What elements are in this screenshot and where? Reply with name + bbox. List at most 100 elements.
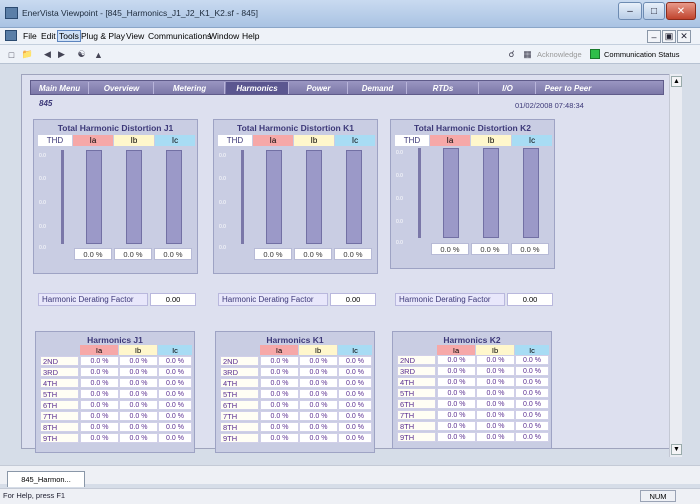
harmonic-order-label: 5TH <box>397 388 436 398</box>
harmonic-value-cell: 0.0 % <box>158 411 192 421</box>
harmonic-value-cell: 0.0 % <box>80 378 119 388</box>
document-tab[interactable]: 845_Harmon... <box>7 471 85 487</box>
table-row: 8TH 0.0 % 0.0 % 0.0 % <box>220 422 373 432</box>
scale-tick: 0.0 <box>39 176 46 182</box>
menu-edit[interactable]: Edit <box>41 31 56 41</box>
nav-main-menu[interactable]: Main Menu <box>31 82 89 94</box>
harmonic-value-cell: 0.0 % <box>158 389 192 399</box>
document-icon[interactable] <box>5 30 17 41</box>
menu-communications[interactable]: Communications <box>148 31 211 41</box>
minimize-button[interactable]: – <box>618 2 642 20</box>
nav-overview[interactable]: Overview <box>90 82 154 94</box>
harmonic-order-label: 8TH <box>397 421 436 431</box>
harmonic-value-cell: 0.0 % <box>338 367 372 377</box>
table-title: Harmonics K1 <box>266 335 324 345</box>
ic-header: Ic <box>335 135 375 146</box>
harmonic-value-cell: 0.0 % <box>515 421 549 431</box>
scale-tick: 0.0 <box>39 153 46 159</box>
scroll-up-icon[interactable]: ▲ <box>671 76 682 87</box>
table-row: 9TH 0.0 % 0.0 % 0.0 % <box>220 433 373 443</box>
close-button[interactable]: ✕ <box>666 2 696 20</box>
table-row: 4TH 0.0 % 0.0 % 0.0 % <box>220 378 373 388</box>
table-row: 6TH 0.0 % 0.0 % 0.0 % <box>40 400 193 410</box>
harmonic-value-cell: 0.0 % <box>119 411 158 421</box>
harmonic-value-cell: 0.0 % <box>437 421 476 431</box>
nav-power[interactable]: Power <box>290 82 348 94</box>
ia-header: Ia <box>430 135 470 146</box>
harmonic-value-cell: 0.0 % <box>515 377 549 387</box>
mdi-minimize-icon[interactable]: – <box>647 30 661 43</box>
open-folder-icon[interactable]: 📁 <box>21 48 34 61</box>
thd-axis <box>61 150 64 244</box>
menu-help[interactable]: Help <box>242 31 259 41</box>
settings-icon[interactable]: ☯ <box>75 48 88 61</box>
harmonic-order-label: 4TH <box>40 378 79 388</box>
harmonic-value-cell: 0.0 % <box>260 378 299 388</box>
harmonic-value-cell: 0.0 % <box>299 356 338 366</box>
scale-tick: 0.0 <box>396 173 403 179</box>
new-file-icon[interactable]: □ <box>5 48 18 61</box>
harmonic-order-label: 3RD <box>220 367 259 377</box>
acknowledge-button[interactable]: Acknowledge <box>537 50 582 59</box>
harmonic-value-cell: 0.0 % <box>476 432 515 442</box>
nav-demand[interactable]: Demand <box>349 82 407 94</box>
harmonic-value-cell: 0.0 % <box>299 411 338 421</box>
mdi-restore-icon[interactable]: ▣ <box>662 30 676 43</box>
maximize-button[interactable]: □ <box>643 2 665 20</box>
nav-harmonics[interactable]: Harmonics <box>226 82 289 94</box>
ic-bar <box>166 150 182 244</box>
communication-status-label[interactable]: Communication Status <box>604 50 679 59</box>
mdi-close-icon[interactable]: ✕ <box>677 30 691 43</box>
harmonic-value-cell: 0.0 % <box>515 388 549 398</box>
ib-thd-value: 0.0 % <box>471 243 509 255</box>
back-arrow-icon[interactable]: ◀ <box>41 48 54 61</box>
harmonic-value-cell: 0.0 % <box>119 389 158 399</box>
derating-factor-k1: Harmonic Derating Factor 0.00 <box>218 293 383 306</box>
menu-file[interactable]: File <box>23 31 37 41</box>
table-row: 8TH 0.0 % 0.0 % 0.0 % <box>40 422 193 432</box>
sound-icon[interactable]: ☌ <box>505 48 518 61</box>
table-row: 2ND 0.0 % 0.0 % 0.0 % <box>220 356 373 366</box>
harmonic-order-label: 8TH <box>40 422 79 432</box>
nav-peer-to-peer[interactable]: Peer to Peer <box>537 82 599 94</box>
scale-tick: 0.0 <box>396 240 403 246</box>
scale-tick: 0.0 <box>39 200 46 206</box>
alarm-icon[interactable]: ▦ <box>521 48 534 61</box>
thd-axis <box>241 150 244 244</box>
app-icon[interactable] <box>5 7 18 19</box>
harmonic-value-cell: 0.0 % <box>158 356 192 366</box>
scroll-down-icon[interactable]: ▼ <box>671 444 682 455</box>
harmonic-value-cell: 0.0 % <box>437 399 476 409</box>
thd-header: THD <box>218 135 252 146</box>
panel-title: Total Harmonic Distortion J1 <box>57 123 174 133</box>
menu-window[interactable]: Window <box>209 31 239 41</box>
thd-header: THD <box>38 135 72 146</box>
forward-arrow-icon[interactable]: ▶ <box>55 48 68 61</box>
nav-metering[interactable]: Metering <box>155 82 225 94</box>
harmonic-value-cell: 0.0 % <box>299 433 338 443</box>
harmonic-value-cell: 0.0 % <box>515 399 549 409</box>
harmonics-table-j1: Harmonics J1 Ia Ib Ic 2ND 0.0 % 0.0 % 0.0 %… <box>35 331 195 453</box>
table-row: 7TH 0.0 % 0.0 % 0.0 % <box>220 411 373 421</box>
harmonic-order-label: 9TH <box>220 433 259 443</box>
harmonic-value-cell: 0.0 % <box>260 433 299 443</box>
table-row: 7TH 0.0 % 0.0 % 0.0 % <box>40 411 193 421</box>
harmonic-value-cell: 0.0 % <box>476 399 515 409</box>
derating-label: Harmonic Derating Factor <box>38 293 148 306</box>
menu-view[interactable]: View <box>126 31 144 41</box>
warning-icon[interactable]: ▲ <box>92 48 105 61</box>
menu-tools[interactable]: Tools <box>57 30 81 42</box>
thd-header: THD <box>395 135 429 146</box>
menu-bar: File Edit Tools Plug & Play View Communi… <box>0 28 700 45</box>
derating-factor-k2: Harmonic Derating Factor 0.00 <box>395 293 560 306</box>
harmonic-value-cell: 0.0 % <box>119 356 158 366</box>
nav-rtds[interactable]: RTDs <box>408 82 479 94</box>
harmonic-value-cell: 0.0 % <box>158 400 192 410</box>
menu-plug-and-play[interactable]: Plug & Play <box>81 31 125 41</box>
nav-io[interactable]: I/O <box>480 82 536 94</box>
harmonic-value-cell: 0.0 % <box>476 410 515 420</box>
harmonic-value-cell: 0.0 % <box>119 422 158 432</box>
vertical-scrollbar[interactable]: ▲ ▼ <box>669 74 682 457</box>
harmonic-value-cell: 0.0 % <box>515 355 549 365</box>
thd-panel-k1: Total Harmonic Distortion K1 THD Ia Ib I… <box>213 119 378 274</box>
